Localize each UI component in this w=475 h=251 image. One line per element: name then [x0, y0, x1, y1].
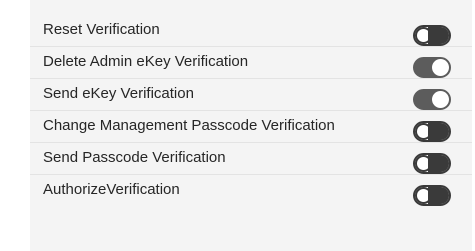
- toggle-knob: [432, 59, 449, 76]
- authorize-verification-toggle[interactable]: [413, 185, 451, 206]
- send-ekey-verification-toggle[interactable]: [413, 89, 451, 110]
- setting-label-send-passcode-verification: Send Passcode Verification: [43, 149, 226, 166]
- toggle-knob: [415, 27, 432, 44]
- setting-row-change-management-passcode-verification: Change Management Passcode Verification: [30, 111, 472, 143]
- setting-label-authorize-verification: AuthorizeVerification: [43, 181, 180, 198]
- verification-settings-list: Reset Verification Delete Admin eKey Ver…: [30, 15, 472, 207]
- toggle-knob: [415, 123, 432, 140]
- toggle-knob: [415, 187, 432, 204]
- verification-settings-panel: Reset Verification Delete Admin eKey Ver…: [30, 0, 472, 251]
- setting-label-delete-admin-ekey-verification: Delete Admin eKey Verification: [43, 53, 249, 70]
- toggle-knob: [415, 155, 432, 172]
- setting-row-send-ekey-verification: Send eKey Verification: [30, 79, 472, 111]
- setting-row-send-passcode-verification: Send Passcode Verification: [30, 143, 472, 175]
- setting-label-send-ekey-verification: Send eKey Verification: [43, 85, 194, 102]
- setting-row-delete-admin-ekey-verification: Delete Admin eKey Verification: [30, 47, 472, 79]
- change-management-passcode-verification-toggle[interactable]: [413, 121, 451, 142]
- setting-label-change-management-passcode-verification: Change Management Passcode Verification: [43, 117, 335, 134]
- setting-row-authorize-verification: AuthorizeVerification: [30, 175, 472, 207]
- send-passcode-verification-toggle[interactable]: [413, 153, 451, 174]
- setting-label-reset-verification: Reset Verification: [43, 21, 160, 38]
- setting-row-reset-verification: Reset Verification: [30, 15, 472, 47]
- reset-verification-toggle[interactable]: [413, 25, 451, 46]
- toggle-knob: [432, 91, 449, 108]
- delete-admin-ekey-verification-toggle[interactable]: [413, 57, 451, 78]
